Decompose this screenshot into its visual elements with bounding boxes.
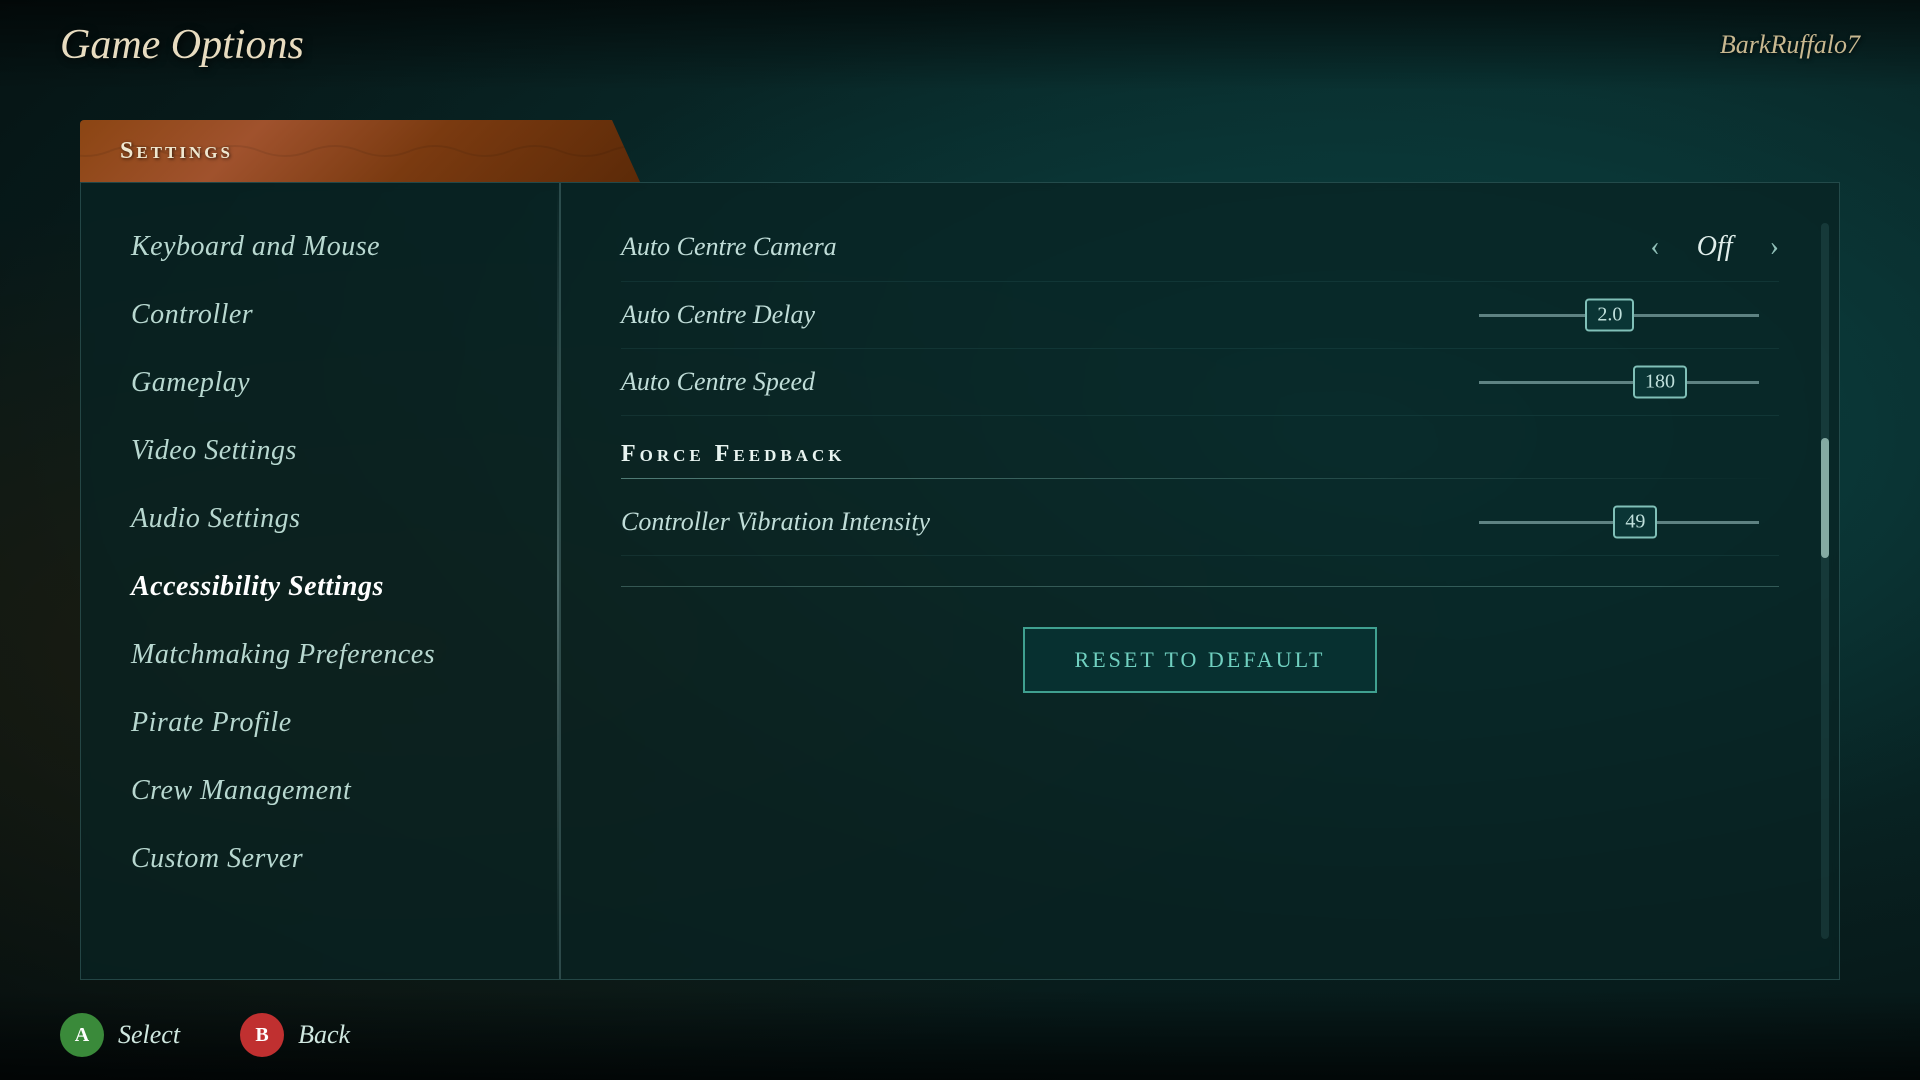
settings-tab-header: Settings bbox=[80, 120, 640, 182]
scrollbar-track[interactable] bbox=[1821, 223, 1829, 939]
slider-thumb: 180 bbox=[1633, 366, 1687, 399]
sidebar-item-custom-server[interactable]: Custom Server bbox=[81, 825, 559, 893]
slider-track: 180 bbox=[1479, 381, 1759, 384]
force-feedback-section: Force Feedback Controller Vibration Inte… bbox=[621, 441, 1779, 556]
slider-track: 2.0 bbox=[1479, 314, 1759, 317]
controller-vibration-slider[interactable]: 49 bbox=[1479, 521, 1779, 524]
header: Game Options BarkRuffalo7 bbox=[0, 0, 1920, 90]
controller-vibration-label: Controller Vibration Intensity bbox=[621, 507, 930, 537]
setting-row-auto-centre-speed: Auto Centre Speed 180 bbox=[621, 349, 1779, 416]
sidebar-item-accessibility-settings[interactable]: Accessibility Settings bbox=[81, 553, 559, 621]
slider-thumb: 2.0 bbox=[1585, 299, 1634, 332]
sidebar: Keyboard and Mouse Controller Gameplay V… bbox=[81, 183, 561, 979]
sidebar-item-matchmaking-preferences[interactable]: Matchmaking Preferences bbox=[81, 621, 559, 689]
settings-tab-label: Settings bbox=[120, 138, 233, 165]
auto-centre-delay-label: Auto Centre Delay bbox=[621, 300, 815, 330]
sidebar-divider bbox=[557, 183, 559, 979]
back-label: Back bbox=[298, 1020, 350, 1050]
setting-row-controller-vibration: Controller Vibration Intensity 49 bbox=[621, 489, 1779, 556]
auto-centre-camera-label: Auto Centre Camera bbox=[621, 232, 837, 262]
auto-centre-speed-slider[interactable]: 180 bbox=[1479, 381, 1779, 384]
back-hint: B Back bbox=[240, 1013, 350, 1057]
game-title-text: Game Options bbox=[60, 22, 304, 68]
right-content: Auto Centre Camera ‹ Off › Auto Centre D… bbox=[561, 183, 1839, 979]
toggle-left-arrow[interactable]: ‹ bbox=[1650, 231, 1659, 263]
sidebar-item-pirate-profile[interactable]: Pirate Profile bbox=[81, 689, 559, 757]
scrollbar-thumb[interactable] bbox=[1821, 438, 1829, 558]
toggle-right-arrow[interactable]: › bbox=[1770, 231, 1779, 263]
setting-row-auto-centre-delay: Auto Centre Delay 2.0 bbox=[621, 282, 1779, 349]
auto-centre-camera-value: Off bbox=[1675, 231, 1755, 263]
username: BarkRuffalo7 bbox=[1720, 30, 1860, 60]
sidebar-item-gameplay[interactable]: Gameplay bbox=[81, 349, 559, 417]
slider-track: 49 bbox=[1479, 521, 1759, 524]
reset-to-default-button[interactable]: RESET TO DEFAULT bbox=[1023, 627, 1378, 693]
sidebar-item-crew-management[interactable]: Crew Management bbox=[81, 757, 559, 825]
a-button-icon: A bbox=[60, 1013, 104, 1057]
select-hint: A Select bbox=[60, 1013, 180, 1057]
select-label: Select bbox=[118, 1020, 180, 1050]
section-divider bbox=[621, 478, 1779, 479]
content-divider bbox=[621, 586, 1779, 587]
content-area: Keyboard and Mouse Controller Gameplay V… bbox=[80, 182, 1840, 980]
force-feedback-header: Force Feedback bbox=[621, 441, 1779, 468]
sidebar-item-controller[interactable]: Controller bbox=[81, 281, 559, 349]
main-panel: Settings Keyboard and Mouse Controller G… bbox=[80, 120, 1840, 980]
b-button-icon: B bbox=[240, 1013, 284, 1057]
sidebar-item-audio-settings[interactable]: Audio Settings bbox=[81, 485, 559, 553]
setting-row-auto-centre-camera: Auto Centre Camera ‹ Off › bbox=[621, 213, 1779, 282]
sidebar-item-keyboard-mouse[interactable]: Keyboard and Mouse bbox=[81, 213, 559, 281]
auto-centre-speed-label: Auto Centre Speed bbox=[621, 367, 815, 397]
auto-centre-delay-slider[interactable]: 2.0 bbox=[1479, 314, 1779, 317]
game-title: Game Options bbox=[60, 21, 304, 69]
slider-thumb: 49 bbox=[1613, 506, 1657, 539]
sidebar-item-video-settings[interactable]: Video Settings bbox=[81, 417, 559, 485]
bottom-bar: A Select B Back bbox=[0, 990, 1920, 1080]
auto-centre-camera-control: ‹ Off › bbox=[1479, 231, 1779, 263]
